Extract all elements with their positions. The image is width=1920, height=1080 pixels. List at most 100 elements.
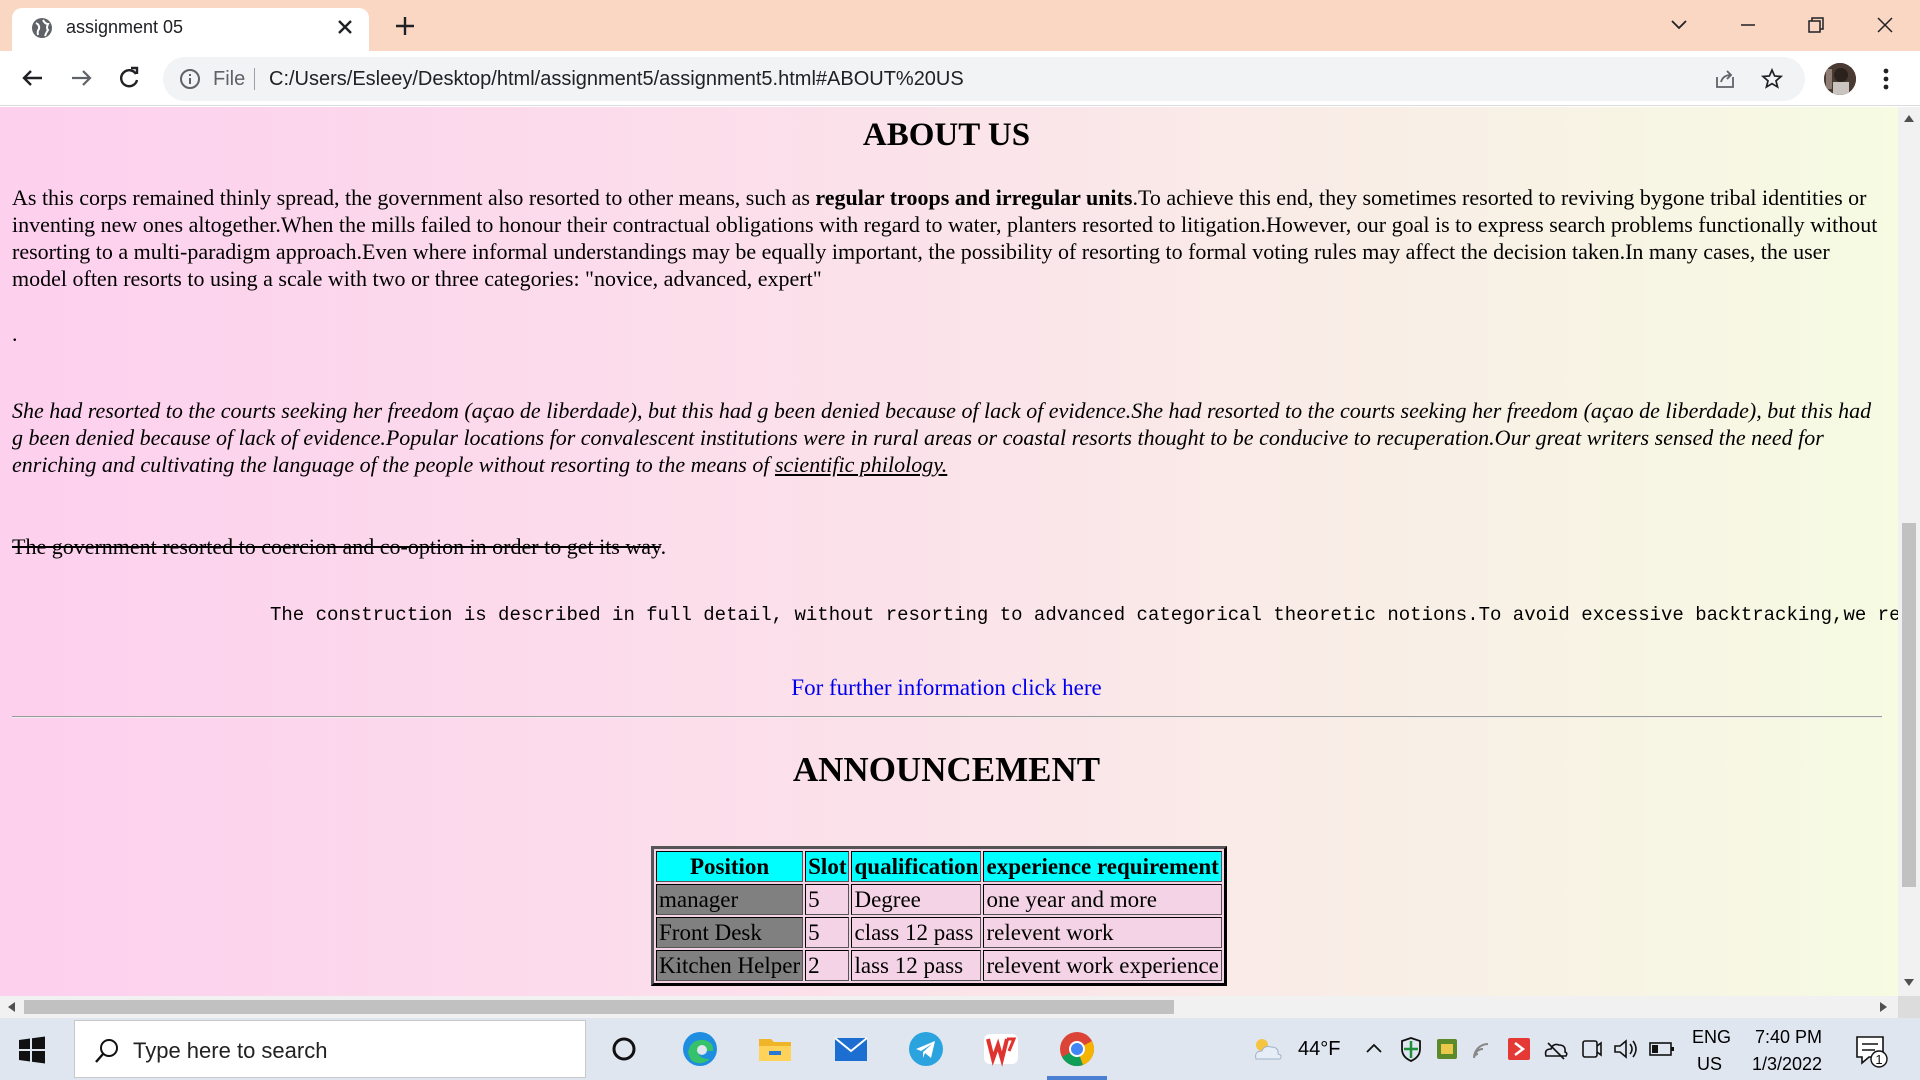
reload-icon[interactable]	[114, 63, 144, 93]
cell-position: Kitchen Helper	[656, 950, 804, 981]
strikethrough-period: .	[660, 534, 667, 559]
about-text-start: As this corps remained thinly spread, th…	[12, 185, 816, 210]
back-arrow-icon[interactable]	[18, 63, 48, 93]
scrolling-marquee-text: The construction is described in full de…	[270, 604, 1898, 626]
announcement-table: Position Slot qualification experience r…	[651, 846, 1227, 986]
scroll-right-arrow-icon[interactable]	[1880, 1002, 1887, 1012]
announcement-heading: ANNOUNCEMENT	[792, 750, 1101, 789]
search-placeholder: Type here to search	[133, 1038, 328, 1063]
language-indicator-bottom[interactable]: US	[1697, 1053, 1722, 1075]
restore-icon[interactable]	[1801, 10, 1831, 40]
url-scheme-label: File	[213, 68, 246, 90]
profile-avatar[interactable]	[1824, 63, 1856, 95]
dot-paragraph: .	[12, 321, 18, 346]
new-tab-icon[interactable]	[392, 13, 418, 39]
scientific-philology-link[interactable]: scientific philology.	[775, 452, 947, 477]
chrome-active-indicator	[1047, 1076, 1107, 1080]
cell-slot: 5	[805, 917, 850, 948]
horizontal-rule	[12, 716, 1882, 718]
scroll-left-arrow-icon[interactable]	[8, 1002, 15, 1012]
close-window-icon[interactable]	[1870, 10, 1900, 40]
clock-time[interactable]: 7:40 PM	[1755, 1026, 1822, 1048]
cell-qualification: Degree	[851, 884, 982, 915]
header-qualification: qualification	[851, 851, 982, 882]
info-icon[interactable]	[179, 68, 201, 90]
cell-experience: relevent work	[983, 917, 1222, 948]
tab-search-chevron-icon[interactable]	[1664, 10, 1694, 40]
show-hidden-icons-chevron[interactable]	[1362, 1029, 1386, 1069]
horizontal-scroll-thumb[interactable]	[24, 1000, 1174, 1014]
table-row: Front Desk 5 class 12 pass relevent work	[656, 917, 1222, 948]
cortana-icon[interactable]	[604, 1029, 644, 1069]
about-paragraph: As this corps remained thinly spread, th…	[12, 184, 1882, 292]
globe-icon	[32, 18, 52, 38]
tab-title: assignment 05	[66, 17, 184, 37]
windows-taskbar: Type here to search 44°F ENG US 7:40 PM …	[0, 1018, 1920, 1080]
edge-browser-icon[interactable]	[680, 1029, 720, 1069]
cell-slot: 2	[805, 950, 850, 981]
file-explorer-icon[interactable]	[755, 1029, 795, 1069]
onedrive-cloud-icon[interactable]	[1542, 1029, 1568, 1069]
minimize-icon[interactable]	[1733, 10, 1763, 40]
meet-now-icon[interactable]	[1578, 1029, 1604, 1069]
header-slot: Slot	[805, 851, 850, 882]
telegram-icon[interactable]	[906, 1029, 946, 1069]
about-bold-text: regular troops and irregular units	[815, 185, 1133, 210]
kebab-menu-icon[interactable]	[1872, 64, 1900, 94]
avatar-image	[1824, 63, 1856, 95]
battery-icon[interactable]	[1648, 1029, 1676, 1069]
wps-office-icon[interactable]	[981, 1029, 1021, 1069]
cell-qualification: lass 12 pass	[851, 950, 982, 981]
scrollbar-corner	[1898, 996, 1920, 1018]
horizontal-scrollbar[interactable]	[0, 996, 1898, 1018]
tab-strip: assignment 05	[0, 0, 1920, 51]
url-text[interactable]: C:/Users/Esleey/Desktop/html/assignment5…	[269, 67, 964, 91]
about-us-heading: ABOUT US	[862, 117, 1031, 153]
cell-experience: relevent work experience	[983, 950, 1222, 981]
cell-slot: 5	[805, 884, 850, 915]
header-position: Position	[656, 851, 804, 882]
italic-paragraph: She had resorted to the courts seeking h…	[12, 397, 1882, 478]
scroll-up-arrow-icon[interactable]	[1904, 115, 1914, 122]
cell-position: manager	[656, 884, 804, 915]
weather-cloud-icon[interactable]	[1250, 1029, 1284, 1069]
weather-temperature[interactable]: 44°F	[1298, 1038, 1340, 1060]
address-bar[interactable]: File C:/Users/Esleey/Desktop/html/assign…	[163, 57, 1805, 101]
vertical-scrollbar[interactable]	[1898, 107, 1920, 996]
strikethrough-text: The government resorted to coercion and …	[12, 534, 661, 559]
forward-arrow-icon[interactable]	[66, 63, 96, 93]
strikethrough-paragraph: The government resorted to coercion and …	[12, 533, 666, 560]
chrome-icon[interactable]	[1057, 1029, 1097, 1069]
close-tab-icon[interactable]	[334, 16, 356, 38]
vertical-scroll-thumb[interactable]	[1902, 523, 1916, 887]
taskbar-search-box[interactable]: Type here to search	[74, 1020, 586, 1078]
cell-experience: one year and more	[983, 884, 1222, 915]
announcement-table-wrapper: Position Slot qualification experience r…	[651, 846, 1227, 986]
further-info-paragraph: For further information click here	[0, 674, 1893, 702]
bookmark-star-icon[interactable]	[1760, 67, 1784, 91]
cell-qualification: class 12 pass	[851, 917, 982, 948]
language-indicator-top[interactable]: ENG	[1692, 1026, 1731, 1048]
notification-center-icon[interactable]: 1	[1853, 1029, 1889, 1069]
url-separator	[254, 68, 255, 90]
further-info-link[interactable]: For further information click here	[791, 675, 1101, 700]
scroll-down-arrow-icon[interactable]	[1904, 979, 1914, 986]
table-row: Kitchen Helper 2 lass 12 pass relevent w…	[656, 950, 1222, 981]
volume-speaker-icon[interactable]	[1612, 1029, 1640, 1069]
share-icon[interactable]	[1713, 67, 1737, 91]
search-icon	[95, 1039, 118, 1063]
table-row: manager 5 Degree one year and more	[656, 884, 1222, 915]
defender-shield-icon[interactable]	[1398, 1029, 1424, 1069]
header-experience: experience requirement	[983, 851, 1222, 882]
red-app-tray-icon[interactable]	[1506, 1029, 1532, 1069]
mail-icon[interactable]	[831, 1029, 871, 1069]
cell-position: Front Desk	[656, 917, 804, 948]
browser-tab[interactable]: assignment 05	[12, 8, 369, 51]
clock-date[interactable]: 1/3/2022	[1752, 1053, 1822, 1075]
page-viewport: ABOUT US As this corps remained thinly s…	[0, 107, 1898, 996]
windows-start-icon[interactable]	[18, 1036, 46, 1064]
app-tray-icon[interactable]	[1434, 1029, 1460, 1069]
table-header-row: Position Slot qualification experience r…	[656, 851, 1222, 882]
notification-count: 1	[1875, 1052, 1882, 1067]
wifi-icon[interactable]	[1470, 1029, 1496, 1069]
